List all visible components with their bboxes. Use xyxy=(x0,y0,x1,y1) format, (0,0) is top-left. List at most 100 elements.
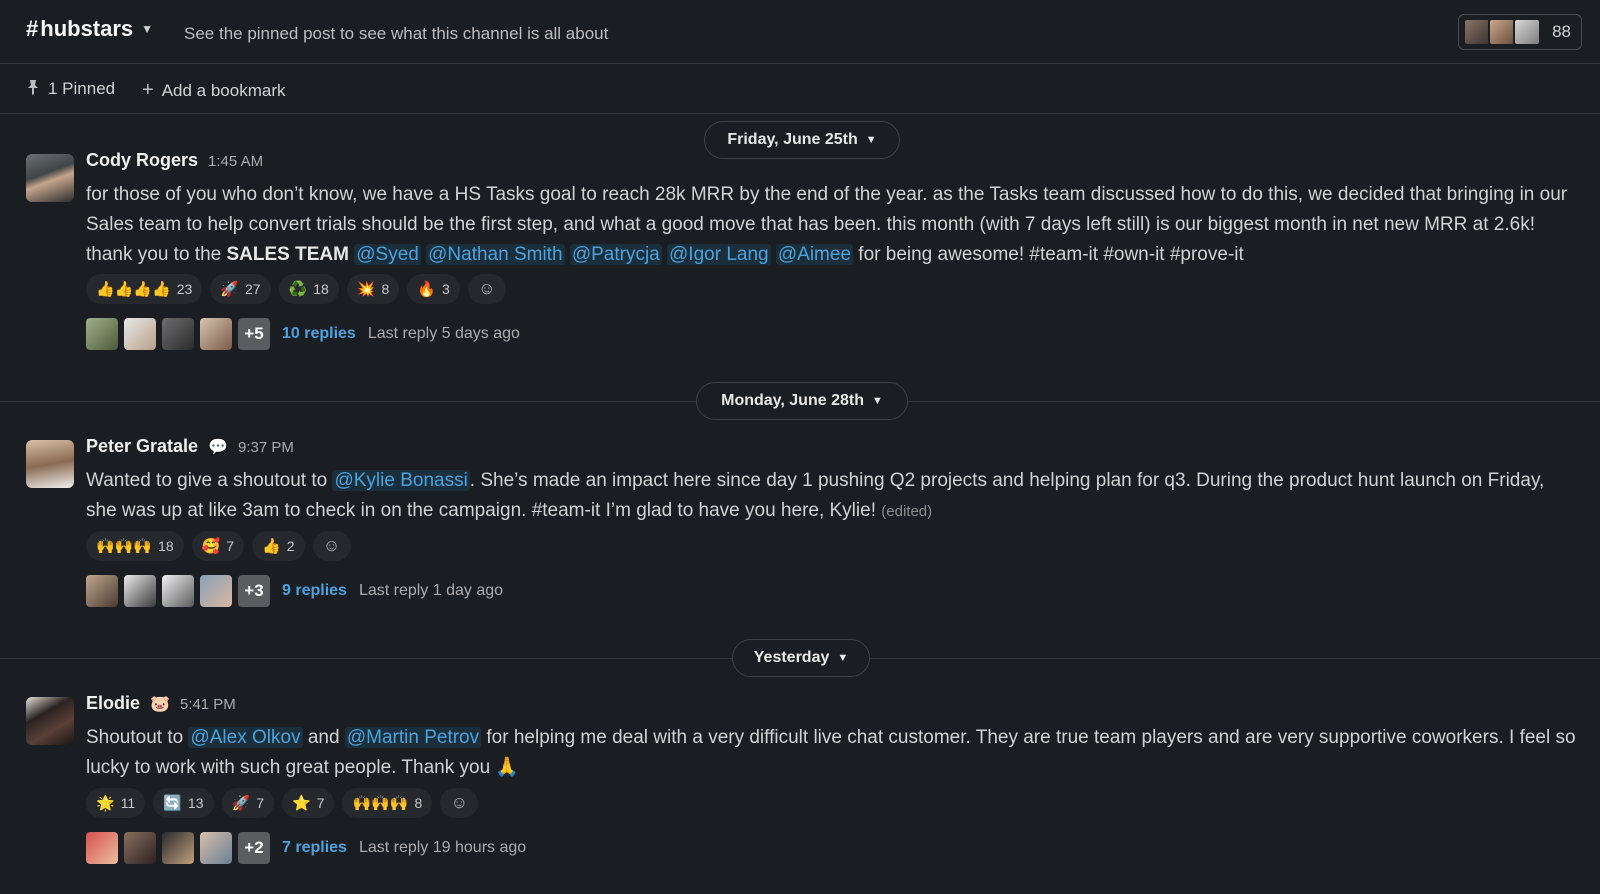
reaction-button[interactable]: 👍👍👍👍 23 xyxy=(86,274,203,304)
mention-link[interactable]: @Nathan Smith xyxy=(426,244,565,265)
thread-summary[interactable]: +3 9 replies Last reply 1 day ago xyxy=(86,575,503,607)
member-avatars xyxy=(1463,18,1542,46)
reaction-emoji: 🚀 xyxy=(220,281,239,298)
avatar[interactable] xyxy=(26,697,74,745)
replies-link[interactable]: 7 replies xyxy=(282,839,347,857)
reaction-count: 7 xyxy=(226,538,235,554)
last-reply-text: Last reply 1 day ago xyxy=(358,582,504,599)
chevron-down-icon: ▼ xyxy=(865,134,877,146)
channel-hash: # xyxy=(26,16,39,41)
reaction-count: 27 xyxy=(244,281,261,297)
thread-summary[interactable]: +2 7 replies Last reply 19 hours ago xyxy=(86,832,526,864)
date-divider-button[interactable]: Monday, June 28th ▼ xyxy=(696,382,908,420)
reaction-count: 2 xyxy=(286,538,295,554)
channel-header: # hubstars ▼ See the pinned post to see w… xyxy=(0,0,1600,64)
pig-icon: 🐷 xyxy=(150,696,170,713)
date-divider-button[interactable]: Yesterday ▼ xyxy=(732,639,870,677)
reaction-button[interactable]: 🙌🙌🙌 8 xyxy=(342,788,433,818)
reaction-button[interactable]: 🚀 7 xyxy=(221,788,274,818)
avatar xyxy=(86,832,118,864)
channel-name-button[interactable]: # hubstars ▼ xyxy=(26,16,153,42)
reaction-button[interactable]: 🙌🙌🙌 18 xyxy=(86,531,184,561)
channel-name: hubstars xyxy=(40,16,134,41)
mention-link[interactable]: @Igor Lang xyxy=(667,244,771,265)
mention-link[interactable]: @Alex Olkov xyxy=(188,727,303,748)
pray-icon: 🙏 xyxy=(495,757,520,778)
replies-link[interactable]: 10 replies xyxy=(282,325,356,343)
author-name[interactable]: Cody Rogers xyxy=(86,150,198,171)
message-time[interactable]: 5:41 PM xyxy=(180,696,236,713)
pinned-button[interactable]: 1 Pinned xyxy=(26,79,115,99)
channel-topic[interactable]: See the pinned post to see what this cha… xyxy=(184,24,608,44)
message-time[interactable]: 1:45 AM xyxy=(208,153,263,170)
message-header: Cody Rogers 1:45 AM xyxy=(86,150,263,171)
reactions-bar: 👍👍👍👍 23 🚀 27 ♻️ 18 💥 8 🔥 3 ☺ xyxy=(86,274,506,304)
more-participants: +3 xyxy=(238,575,270,607)
reaction-emoji: 🌟 xyxy=(96,795,115,812)
reaction-emoji: ♻️ xyxy=(288,281,308,298)
message-time[interactable]: 9:37 PM xyxy=(238,439,294,456)
avatar xyxy=(86,575,118,607)
add-reaction-button[interactable]: ☺ xyxy=(440,788,479,818)
mention-link[interactable]: @Syed xyxy=(354,244,421,265)
mention-link[interactable]: @Aimee xyxy=(775,244,854,265)
reaction-emoji: 💥 xyxy=(356,281,376,298)
reaction-count: 18 xyxy=(158,538,174,554)
reaction-emoji: 🔥 xyxy=(417,281,436,298)
reaction-emoji: 👍 xyxy=(262,538,281,555)
mention-link[interactable]: @Martin Petrov xyxy=(344,727,482,748)
reaction-button[interactable]: ♻️ 18 xyxy=(278,274,339,304)
reaction-emoji: 🚀 xyxy=(231,795,251,812)
mention-link[interactable]: @Kylie Bonassi xyxy=(332,470,470,491)
reaction-button[interactable]: 👍 2 xyxy=(252,531,305,561)
reaction-emoji: 👍👍👍👍 xyxy=(96,281,171,298)
avatar xyxy=(1513,18,1542,46)
reaction-count: 7 xyxy=(256,795,264,811)
avatar xyxy=(200,832,232,864)
avatar xyxy=(162,318,194,350)
reaction-emoji: 🥰 xyxy=(201,538,221,555)
reaction-count: 8 xyxy=(414,795,423,811)
date-label: Monday, June 28th xyxy=(721,392,864,409)
reaction-button[interactable]: 🚀 27 xyxy=(210,274,271,304)
replies-link[interactable]: 9 replies xyxy=(282,582,347,600)
reaction-button[interactable]: 🔄 13 xyxy=(153,788,214,818)
avatar xyxy=(162,575,194,607)
reaction-button[interactable]: ⭐ 7 xyxy=(281,788,335,818)
plus-icon: + xyxy=(142,79,154,101)
reactions-bar: 🌟 11 🔄 13 🚀 7 ⭐ 7 🙌🙌🙌 8 ☺ xyxy=(86,788,479,818)
add-reaction-icon: ☺ xyxy=(322,536,341,555)
reaction-button[interactable]: 🌟 11 xyxy=(86,788,146,818)
reaction-button[interactable]: 🥰 7 xyxy=(191,531,245,561)
avatar xyxy=(162,832,194,864)
avatar[interactable] xyxy=(26,154,74,202)
add-bookmark-button[interactable]: + Add a bookmark xyxy=(142,79,285,102)
author-name[interactable]: Elodie xyxy=(86,693,140,714)
avatar xyxy=(124,318,156,350)
add-reaction-button[interactable]: ☺ xyxy=(312,531,351,561)
reaction-count: 7 xyxy=(316,795,325,811)
date-divider-button[interactable]: Friday, June 25th ▼ xyxy=(704,121,900,159)
reaction-button[interactable]: 💥 8 xyxy=(346,274,400,304)
members-button[interactable]: 88 xyxy=(1458,14,1582,50)
avatar[interactable] xyxy=(26,440,74,488)
message-text: Shoutout to @Alex Olkov and @Martin Petr… xyxy=(86,727,1576,778)
chevron-down-icon: ▼ xyxy=(871,395,883,407)
avatar xyxy=(200,318,232,350)
author-name[interactable]: Peter Gratale xyxy=(86,436,198,457)
avatar xyxy=(124,575,156,607)
reaction-button[interactable]: 🔥 3 xyxy=(407,274,460,304)
edited-label: (edited) xyxy=(881,503,933,520)
bookmarks-bar: 1 Pinned + Add a bookmark xyxy=(0,64,1600,114)
add-reaction-button[interactable]: ☺ xyxy=(467,274,506,304)
thread-summary[interactable]: +5 10 replies Last reply 5 days ago xyxy=(86,318,520,350)
mention-link[interactable]: @Patrycja xyxy=(569,244,662,265)
reaction-emoji: 🔄 xyxy=(163,795,182,812)
member-count: 88 xyxy=(1552,22,1571,41)
more-participants: +2 xyxy=(238,832,270,864)
reactions-bar: 🙌🙌🙌 18 🥰 7 👍 2 ☺ xyxy=(86,531,351,561)
date-label: Friday, June 25th xyxy=(727,131,858,148)
speech-bubble-icon: 💬 xyxy=(208,439,228,456)
add-reaction-icon: ☺ xyxy=(478,279,496,298)
reaction-count: 3 xyxy=(442,281,450,297)
